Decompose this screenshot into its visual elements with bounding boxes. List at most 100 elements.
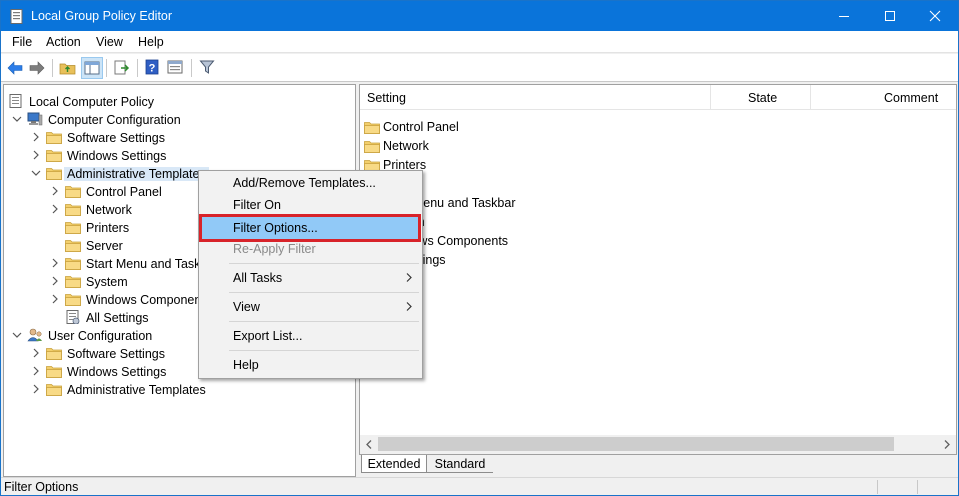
scrollbar-thumb[interactable]	[378, 437, 894, 451]
toolbar-separator	[191, 59, 192, 77]
scroll-right-button[interactable]	[938, 435, 956, 454]
folder-icon	[364, 122, 380, 134]
status-text: Filter Options	[4, 480, 79, 494]
properties-button[interactable]	[165, 57, 187, 79]
policy-icon	[9, 94, 22, 108]
list-item[interactable]: Start Menu and Taskbar	[360, 194, 956, 213]
toolbar: ?	[1, 54, 958, 82]
folder-icon	[46, 132, 62, 144]
menu-item-help[interactable]: Help	[201, 354, 420, 376]
chevron-down-icon[interactable]	[12, 114, 22, 124]
help-button[interactable]: ?	[142, 57, 164, 79]
menu-separator	[229, 350, 419, 351]
chevron-right-icon[interactable]	[50, 276, 60, 286]
tree-item-label: User Configuration	[48, 329, 153, 343]
list-item[interactable]: All Settings	[360, 251, 956, 270]
chevron-right-icon[interactable]	[31, 348, 41, 358]
chevron-down-icon[interactable]	[31, 168, 41, 178]
list-item[interactable]: Server	[360, 175, 956, 194]
column-header-state[interactable]: State	[748, 91, 777, 105]
tree-item-label: Software Settings	[67, 347, 165, 361]
view-tabs: Extended Standard	[359, 455, 957, 475]
chevron-right-icon[interactable]	[31, 150, 41, 160]
list-header: Setting State Comment	[360, 85, 956, 110]
show-hide-tree-icon	[84, 61, 100, 75]
window-title: Local Group Policy Editor	[31, 9, 173, 23]
menu-bar: File Action View Help	[1, 31, 958, 53]
tree-item-uc-admin[interactable]: Administrative Templates	[4, 381, 355, 399]
chevron-right-icon[interactable]	[50, 294, 60, 304]
menu-item-all-tasks[interactable]: All Tasks	[201, 267, 420, 289]
horizontal-scrollbar[interactable]	[360, 435, 956, 454]
tree-item-computer-config[interactable]: Computer Configuration	[4, 111, 355, 129]
chevron-right-icon[interactable]	[50, 186, 60, 196]
tab-standard[interactable]: Standard	[427, 455, 493, 473]
forward-button[interactable]	[26, 57, 48, 79]
chevron-right-icon[interactable]	[31, 384, 41, 394]
settings-list-pane[interactable]: Setting State Comment Control Panel Netwo…	[359, 84, 957, 455]
column-header-comment[interactable]: Comment	[884, 91, 938, 105]
show-hide-tree-button[interactable]	[81, 57, 103, 79]
status-divider	[877, 480, 878, 494]
column-header-setting[interactable]: Setting	[367, 91, 406, 105]
menu-view[interactable]: View	[96, 35, 123, 49]
app-window: Local Group Policy Editor File Action Vi…	[0, 0, 959, 496]
folder-icon	[364, 141, 380, 153]
chevron-right-icon[interactable]	[50, 258, 60, 268]
folder-icon	[46, 384, 62, 396]
list-item[interactable]: Network	[360, 137, 956, 156]
menu-item-label: Re-Apply Filter	[233, 242, 316, 256]
title-bar[interactable]: Local Group Policy Editor	[1, 1, 958, 31]
chevron-down-icon[interactable]	[12, 330, 22, 340]
tree-item-label: All Settings	[86, 311, 149, 325]
filter-button[interactable]	[197, 57, 219, 79]
list-item[interactable]: Control Panel	[360, 118, 956, 137]
toolbar-separator	[52, 59, 53, 77]
menu-item-label: View	[233, 300, 260, 314]
menu-action[interactable]: Action	[46, 35, 81, 49]
tree-item-cc-windows[interactable]: Windows Settings	[4, 147, 355, 165]
export-list-button[interactable]	[111, 57, 133, 79]
close-button[interactable]	[912, 1, 958, 31]
menu-item-filter-on[interactable]: Filter On	[201, 194, 420, 216]
minimize-button[interactable]	[821, 1, 867, 31]
computer-icon	[27, 112, 43, 126]
tree-item-cc-software[interactable]: Software Settings	[4, 129, 355, 147]
list-item[interactable]: Windows Components	[360, 232, 956, 251]
status-divider	[917, 480, 918, 494]
minimize-icon	[839, 16, 849, 17]
list-item[interactable]: Printers	[360, 156, 956, 175]
column-divider[interactable]	[710, 85, 711, 110]
menu-separator	[229, 263, 419, 264]
tree-item-label: Control Panel	[86, 185, 162, 199]
folder-icon	[46, 168, 62, 180]
menu-item-view[interactable]: View	[201, 296, 420, 318]
status-bar: Filter Options	[1, 477, 958, 495]
tree-item-label: System	[86, 275, 128, 289]
folder-icon	[65, 204, 81, 216]
tab-extended[interactable]: Extended	[361, 455, 427, 473]
forward-arrow-icon	[29, 61, 45, 75]
back-button[interactable]	[4, 57, 26, 79]
chevron-right-icon[interactable]	[31, 132, 41, 142]
menu-separator	[229, 292, 419, 293]
folder-icon	[65, 258, 81, 270]
scroll-left-button[interactable]	[360, 435, 378, 454]
chevron-right-icon[interactable]	[50, 204, 60, 214]
properties-icon	[167, 60, 183, 74]
folder-icon	[46, 366, 62, 378]
maximize-button[interactable]	[867, 1, 913, 31]
up-one-level-button[interactable]	[57, 57, 79, 79]
list-item[interactable]: System	[360, 213, 956, 232]
menu-help[interactable]: Help	[138, 35, 164, 49]
menu-item-export-list[interactable]: Export List...	[201, 325, 420, 347]
chevron-right-icon[interactable]	[31, 366, 41, 376]
export-list-icon	[114, 60, 130, 75]
menu-item-add-remove-templates[interactable]: Add/Remove Templates...	[201, 172, 420, 194]
tree-item-root[interactable]: Local Computer Policy	[4, 93, 355, 111]
toolbar-separator	[106, 59, 107, 77]
folder-icon	[65, 240, 81, 252]
column-divider[interactable]	[810, 85, 811, 110]
menu-file[interactable]: File	[12, 35, 32, 49]
tree-item-label: Windows Settings	[67, 149, 167, 163]
